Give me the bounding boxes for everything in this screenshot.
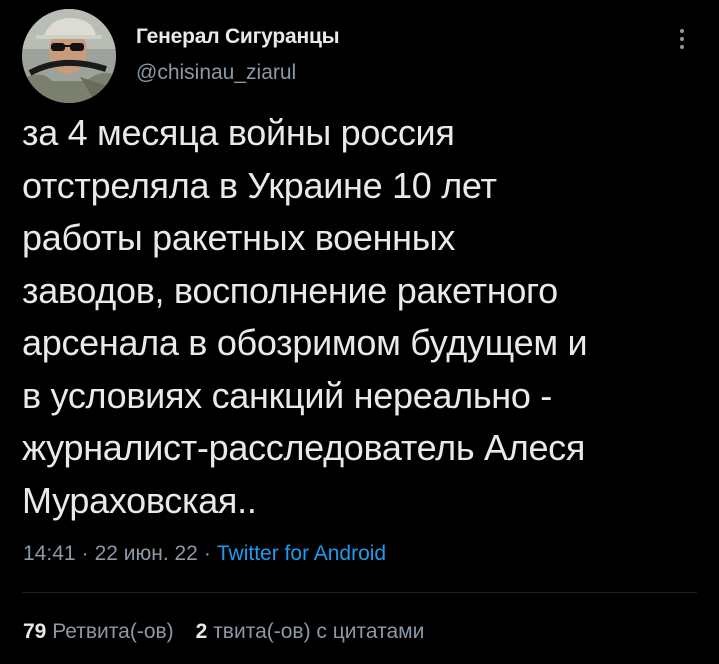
tweet-text: за 4 месяца войны россия отстреляла в Ук…: [22, 112, 588, 521]
quotes-label: твита(-ов) с цитатами: [213, 620, 425, 643]
more-dot: [680, 45, 684, 49]
tweet-stats: 79 Ретвита(-ов) 2 твита(-ов) с цитатами: [23, 618, 424, 646]
tweet-meta: 14:41 · 22 июн. 22 · Twitter for Android: [23, 540, 386, 568]
tweet: Генерал Сигуранцы @chisinau_ziarul за 4 …: [0, 0, 719, 664]
tweet-date[interactable]: 22 июн. 22: [95, 542, 198, 565]
tweet-time[interactable]: 14:41: [23, 542, 76, 565]
quotes-count: 2: [195, 620, 208, 643]
quotes-stat[interactable]: 2 твита(-ов) с цитатами: [196, 620, 425, 643]
more-dot: [680, 37, 684, 41]
avatar[interactable]: [22, 9, 116, 103]
author-display-name[interactable]: Генерал Сигуранцы: [136, 25, 340, 49]
avatar-image: [22, 9, 116, 103]
author-handle[interactable]: @chisinau_ziarul: [136, 61, 339, 85]
divider: [22, 592, 697, 593]
meta-separator: ·: [203, 542, 211, 565]
tweet-source-link[interactable]: Twitter for Android: [217, 542, 386, 565]
more-dot: [680, 29, 684, 33]
meta-separator: ·: [81, 542, 89, 565]
retweets-stat[interactable]: 79 Ретвита(-ов): [23, 620, 174, 643]
retweets-label: Ретвита(-ов): [52, 620, 174, 643]
author-info: Генерал Сигуранцы @chisinau_ziarul: [136, 25, 340, 85]
more-vertical-icon[interactable]: [670, 24, 694, 54]
retweets-count: 79: [23, 620, 47, 643]
